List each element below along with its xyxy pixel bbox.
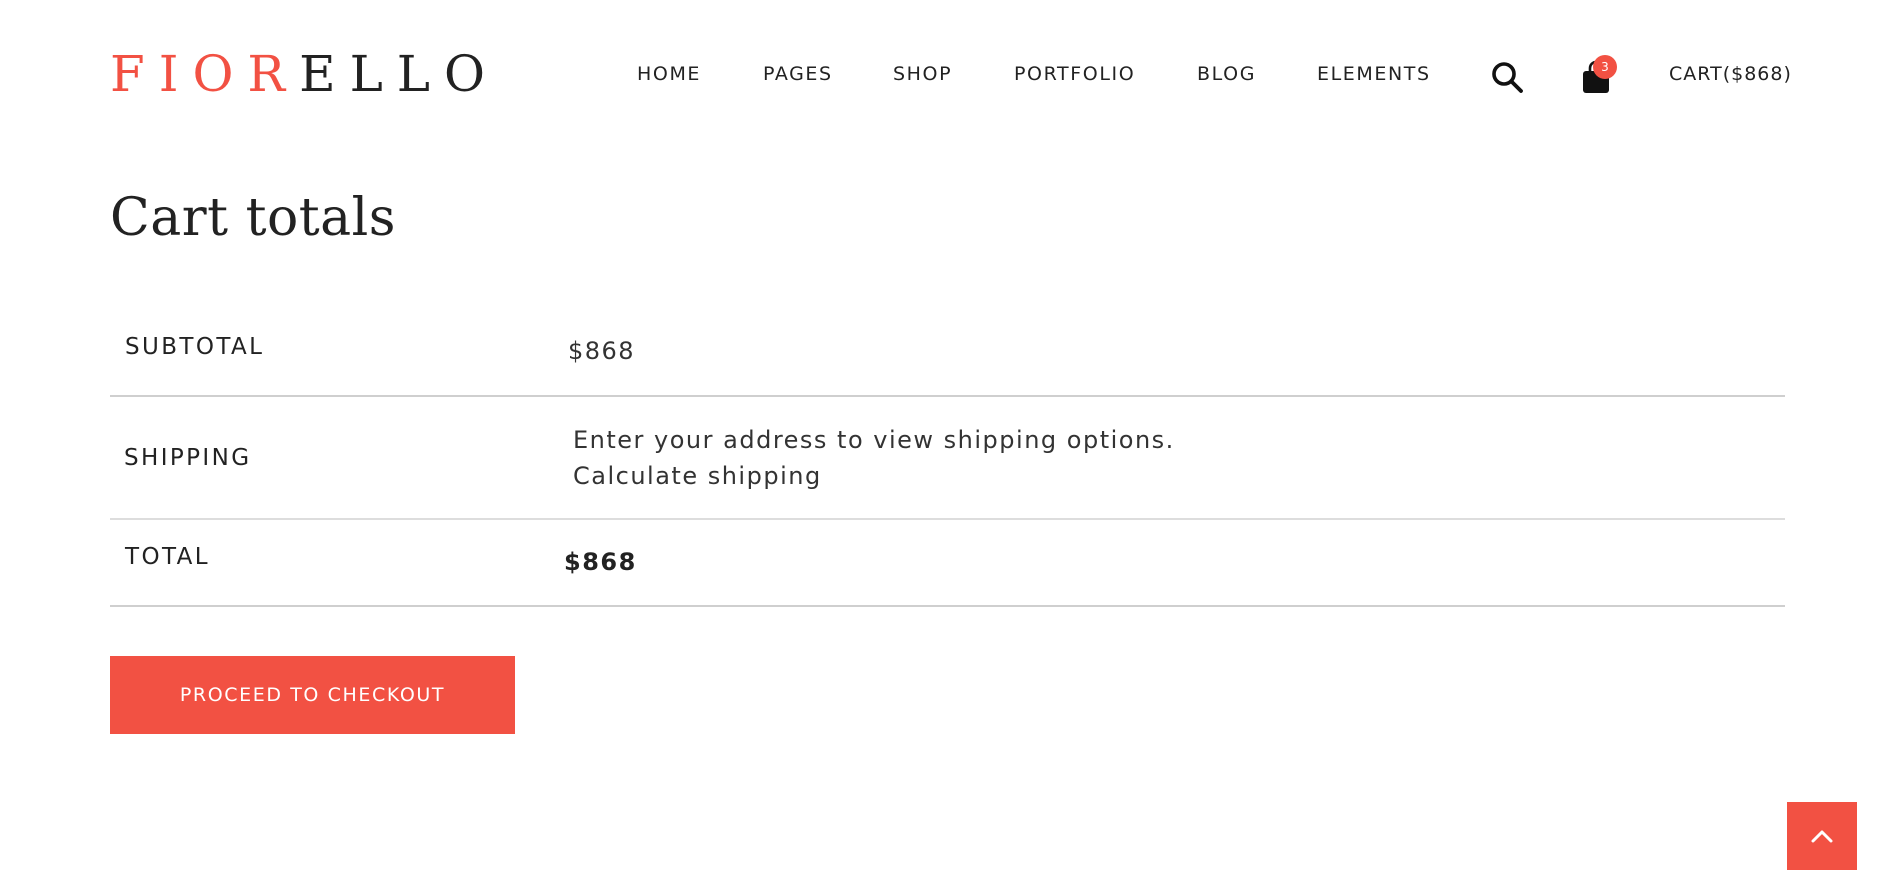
- site-header: FIORELLO HOME PAGES SHOP PORTFOLIO BLOG …: [0, 0, 1889, 150]
- subtotal-label: SUBTOTAL: [125, 334, 265, 360]
- nav-item-portfolio[interactable]: PORTFOLIO: [1014, 62, 1135, 86]
- nav-item-shop[interactable]: SHOP: [893, 62, 952, 86]
- nav-item-elements[interactable]: ELEMENTS: [1317, 62, 1431, 86]
- chevron-up-icon: [1811, 830, 1833, 843]
- total-value: $868: [564, 548, 637, 576]
- back-to-top-button[interactable]: [1787, 802, 1857, 870]
- shipping-label: SHIPPING: [124, 445, 252, 471]
- calculate-shipping-link[interactable]: Calculate shipping: [573, 462, 822, 490]
- shipping-info-text: Enter your address to view shipping opti…: [573, 426, 1175, 454]
- row-divider: [110, 395, 1785, 397]
- row-divider: [110, 605, 1785, 607]
- logo-part-accent: FIOR: [110, 45, 300, 103]
- nav-item-home[interactable]: HOME: [637, 62, 701, 86]
- subtotal-value: $868: [568, 337, 636, 365]
- nav-item-blog[interactable]: BLOG: [1197, 62, 1256, 86]
- total-label: TOTAL: [125, 544, 210, 570]
- logo-part-dark: ELLO: [299, 45, 499, 103]
- proceed-to-checkout-button[interactable]: PROCEED TO CHECKOUT: [110, 656, 515, 734]
- page-title: Cart totals: [110, 188, 396, 248]
- nav-item-pages[interactable]: PAGES: [763, 62, 833, 86]
- cart-count-badge: 3: [1593, 55, 1617, 79]
- cart-link[interactable]: CART($868): [1669, 62, 1792, 86]
- search-icon[interactable]: [1490, 60, 1524, 94]
- logo[interactable]: FIORELLO: [110, 44, 499, 104]
- row-divider: [110, 518, 1785, 520]
